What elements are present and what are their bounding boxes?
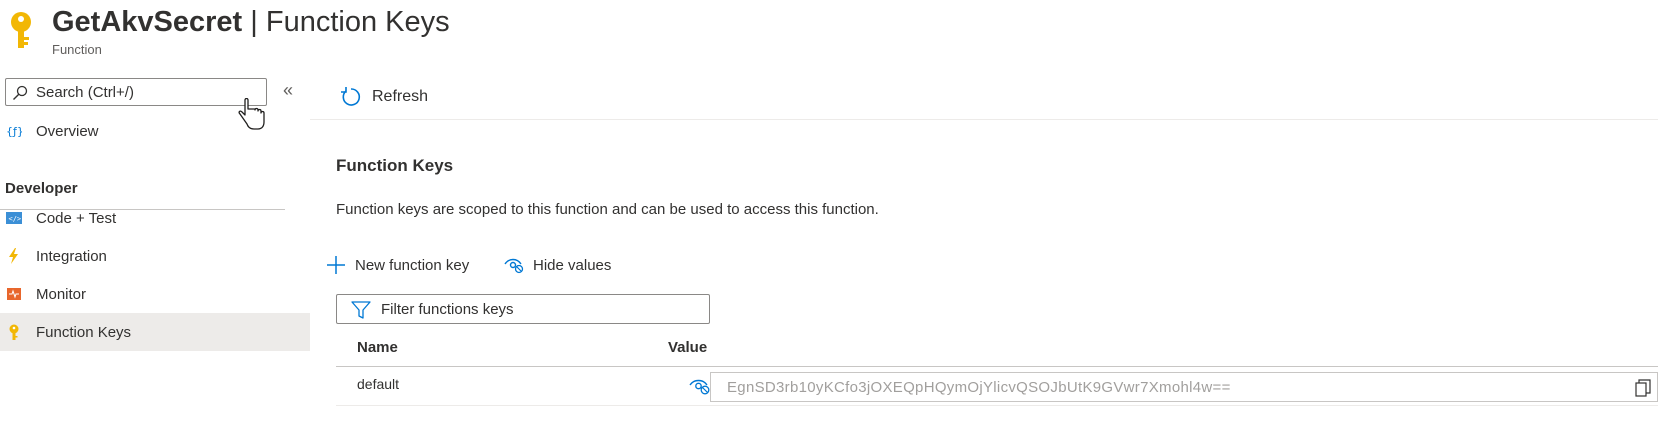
page-header: GetAkvSecret | Function Keys Function (0, 0, 1658, 64)
sidebar-item-label: Code + Test (36, 209, 117, 227)
sidebar-search[interactable] (5, 78, 267, 106)
code-icon: </> (6, 212, 22, 224)
section-description: Function keys are scoped to this functio… (336, 201, 879, 218)
sidebar-item-function-keys[interactable]: Function Keys (0, 313, 310, 351)
sidebar-section-developer: Developer (5, 180, 78, 197)
filter-keys-box[interactable] (336, 294, 710, 324)
sidebar-item-label: Monitor (36, 285, 87, 303)
filter-input[interactable] (381, 295, 701, 323)
header-divider (336, 366, 1658, 367)
collapse-sidebar-button[interactable]: « (283, 80, 293, 101)
new-function-key-label: New function key (355, 256, 470, 274)
column-header-value[interactable]: Value (668, 339, 707, 356)
key-icon (11, 12, 31, 48)
key-value-input[interactable] (727, 373, 1607, 401)
plus-icon (327, 256, 345, 274)
new-function-key-button[interactable]: New function key (326, 250, 469, 280)
hide-values-button[interactable]: Hide values (504, 250, 611, 280)
page-title: GetAkvSecret | Function Keys (52, 4, 450, 40)
sidebar-item-label: Function Keys (36, 323, 132, 341)
sidebar-item-label: Overview (36, 122, 99, 140)
sidebar-item-monitor[interactable]: Monitor (0, 275, 310, 313)
refresh-icon (341, 87, 361, 106)
row-divider (336, 405, 1658, 406)
main-content: Function Keys Function keys are scoped t… (310, 120, 1658, 430)
lightning-icon (9, 248, 18, 264)
show-value-eye-icon[interactable] (688, 375, 712, 397)
sidebar: « {ƒ} Overview Developer </> Code + Test… (0, 64, 310, 430)
section-heading: Function Keys (336, 156, 454, 175)
search-input[interactable] (36, 79, 258, 105)
hide-eye-icon (504, 258, 524, 274)
refresh-button[interactable]: Refresh (340, 82, 428, 112)
sidebar-item-overview[interactable]: {ƒ} Overview (0, 112, 310, 150)
key-name-cell[interactable]: default (357, 376, 399, 392)
key-value-field[interactable] (710, 372, 1658, 402)
svg-text:{ƒ}: {ƒ} (6, 125, 22, 138)
hide-values-label: Hide values (533, 256, 612, 274)
page-subtitle: Function (52, 42, 102, 57)
column-header-name[interactable]: Name (357, 339, 398, 356)
filter-icon (351, 301, 371, 319)
blade-name: | Function Keys (242, 6, 450, 38)
sidebar-item-code-test[interactable]: </> Code + Test (0, 199, 310, 237)
sidebar-item-integration[interactable]: Integration (0, 237, 310, 275)
resource-name: GetAkvSecret (52, 6, 243, 38)
function-icon: {ƒ} (6, 125, 22, 138)
sidebar-item-label: Integration (36, 247, 107, 265)
copy-icon[interactable] (1635, 379, 1651, 397)
command-bar: Refresh (310, 74, 1658, 120)
monitor-icon (7, 288, 21, 300)
search-icon (13, 85, 28, 100)
key-icon (9, 324, 19, 340)
svg-text:</>: </> (9, 215, 22, 223)
refresh-label: Refresh (372, 88, 429, 105)
